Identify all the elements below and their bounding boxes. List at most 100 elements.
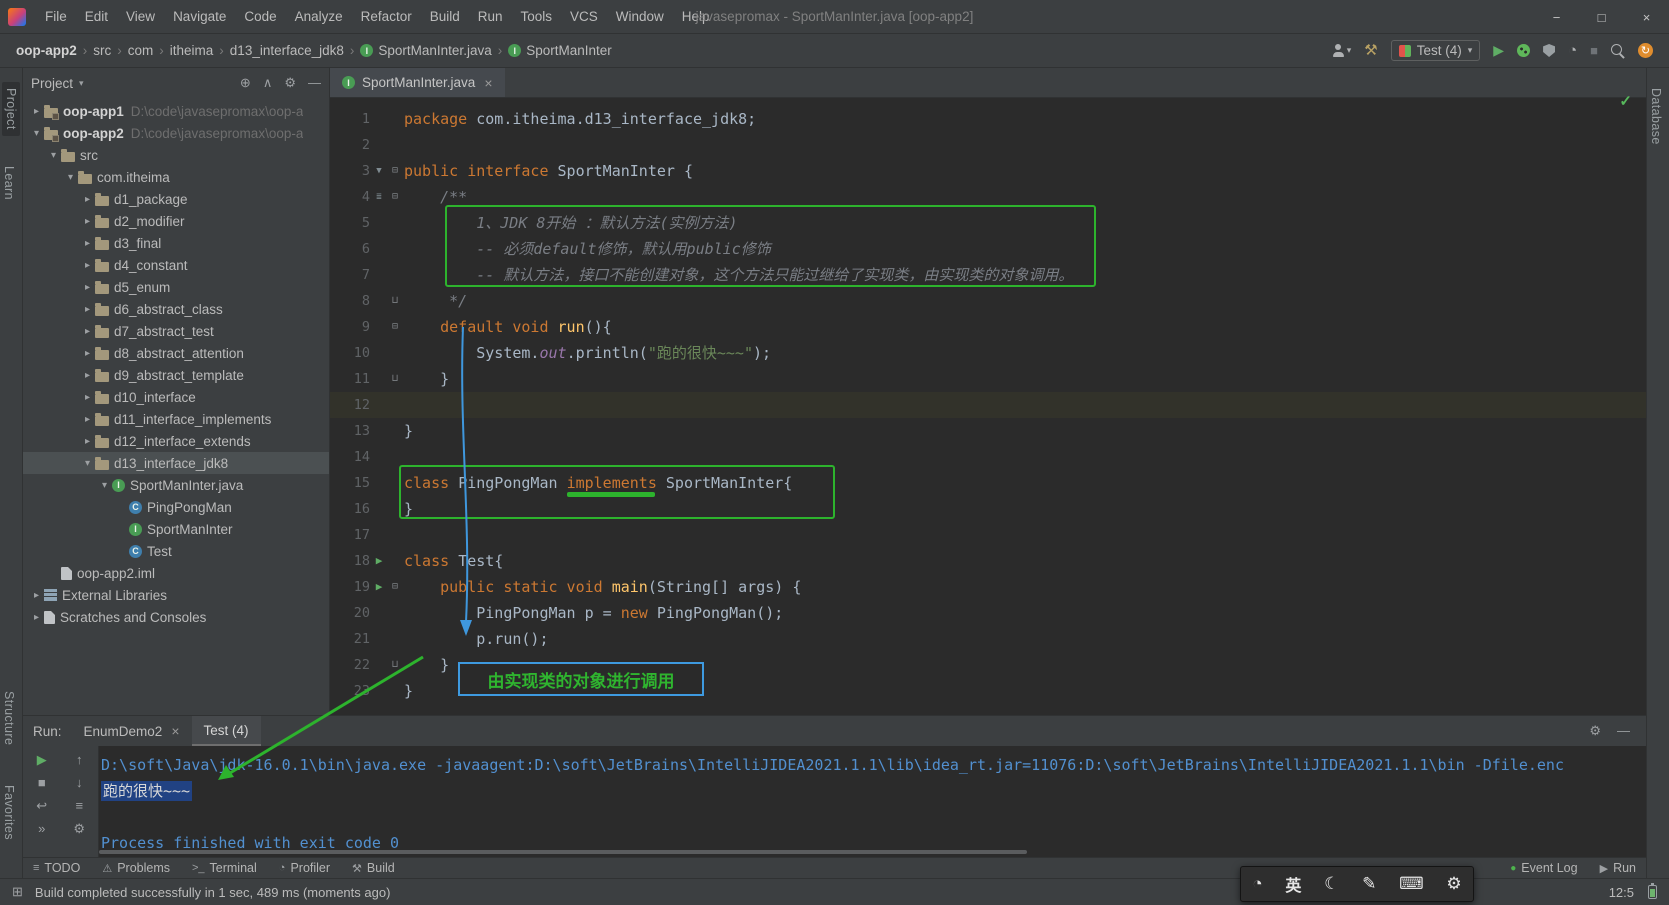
- close-button[interactable]: ×: [1624, 0, 1669, 34]
- menu-file[interactable]: File: [36, 0, 76, 34]
- tree-item-d5-enum[interactable]: ▸ d5_enum: [23, 276, 329, 298]
- breadcrumb-itheima[interactable]: itheima: [168, 43, 216, 58]
- tool-window-button-problems[interactable]: ⚠ Problems: [102, 861, 170, 875]
- chevron-right-icon[interactable]: ▸: [80, 348, 95, 359]
- fold-minus-icon[interactable]: ⊟: [388, 184, 402, 210]
- breadcrumb-d13-interface-jdk8[interactable]: d13_interface_jdk8: [228, 43, 346, 58]
- tool-window-button-profiler[interactable]: ◔ Profiler: [279, 861, 330, 875]
- fold-end-icon[interactable]: ⊔: [388, 652, 402, 678]
- editor-tab-sportmaninter[interactable]: I SportManInter.java ×: [330, 68, 505, 97]
- tree-item-scratches-and-consoles[interactable]: ▸ Scratches and Consoles: [23, 606, 329, 628]
- moon-icon[interactable]: ☾: [1324, 874, 1339, 894]
- tool-window-button-todo[interactable]: ≡ TODO: [33, 861, 80, 875]
- fold-end-icon[interactable]: ⊔: [388, 366, 402, 392]
- hide-panel-icon[interactable]: —: [1617, 723, 1630, 739]
- run-line-icon[interactable]: ▶: [370, 548, 388, 574]
- run-tab-enumdemo2[interactable]: EnumDemo2 ×: [72, 716, 192, 746]
- locate-file-icon[interactable]: ⊕: [240, 75, 251, 91]
- gear-icon[interactable]: ⚙: [1446, 874, 1461, 894]
- run-button[interactable]: ▶: [1493, 43, 1504, 58]
- ime-status-icon[interactable]: ◔: [1252, 874, 1262, 894]
- collapse-all-icon[interactable]: ∧: [263, 75, 273, 91]
- tree-item-test[interactable]: C Test: [23, 540, 329, 562]
- tree-item-d9-abstract-template[interactable]: ▸ d9_abstract_template: [23, 364, 329, 386]
- tree-item-oop-app2-iml[interactable]: oop-app2.iml: [23, 562, 329, 584]
- chevron-down-icon[interactable]: ▾: [29, 128, 44, 139]
- maximize-button[interactable]: □: [1579, 0, 1624, 34]
- run-tab-test-4[interactable]: Test (4): [191, 716, 261, 746]
- menu-vcs[interactable]: VCS: [561, 0, 607, 34]
- tree-item-com-itheima[interactable]: ▾ com.itheima: [23, 166, 329, 188]
- menu-refactor[interactable]: Refactor: [352, 0, 421, 34]
- console-horizontal-scrollbar[interactable]: [99, 850, 1027, 854]
- tree-item-oop-app2[interactable]: ▾ oop-app2 D:\code\javasepromax\oop-a: [23, 122, 329, 144]
- tool-button-learn[interactable]: Learn: [2, 166, 16, 200]
- chevron-down-icon[interactable]: ▾: [63, 172, 78, 183]
- nav-up-button[interactable]: ↑: [76, 752, 83, 767]
- fold-minus-icon[interactable]: ⊟: [388, 314, 402, 340]
- tree-item-d11-interface-implements[interactable]: ▸ d11_interface_implements: [23, 408, 329, 430]
- update-available-icon[interactable]: ↻: [1638, 43, 1653, 58]
- chevron-right-icon[interactable]: ▸: [29, 106, 44, 117]
- pen-icon[interactable]: ✎: [1362, 874, 1376, 894]
- tree-item-sportmaninter[interactable]: I SportManInter: [23, 518, 329, 540]
- breadcrumb-sportmaninter-java[interactable]: I SportManInter.java: [358, 43, 493, 58]
- close-icon[interactable]: ×: [484, 75, 492, 91]
- breadcrumb-sportmaninter[interactable]: I SportManInter: [506, 43, 614, 58]
- search-everywhere-icon[interactable]: [1611, 43, 1625, 58]
- hide-panel-icon[interactable]: —: [308, 75, 321, 91]
- settings-gear-icon[interactable]: ⚙: [1589, 723, 1601, 739]
- fold-minus-icon[interactable]: ⊟: [388, 574, 402, 600]
- chevron-down-icon[interactable]: ▾: [97, 480, 112, 491]
- chevron-right-icon[interactable]: ▸: [80, 326, 95, 337]
- tool-window-switcher-icon[interactable]: ⊞: [12, 884, 23, 900]
- chevron-right-icon[interactable]: ▸: [29, 590, 44, 601]
- menu-build[interactable]: Build: [421, 0, 469, 34]
- menu-run[interactable]: Run: [469, 0, 512, 34]
- profiler-button[interactable]: ◔: [1568, 43, 1577, 58]
- chevron-down-icon[interactable]: ▾: [79, 78, 84, 89]
- tree-item-d1-package[interactable]: ▸ d1_package: [23, 188, 329, 210]
- stop-button[interactable]: ■: [38, 775, 46, 790]
- chevron-right-icon[interactable]: ▸: [80, 370, 95, 381]
- project-panel-title[interactable]: Project: [31, 76, 73, 91]
- chevron-right-icon[interactable]: ▸: [80, 194, 95, 205]
- chevron-right-icon[interactable]: ▸: [80, 216, 95, 227]
- tool-window-button-terminal[interactable]: >_ Terminal: [192, 861, 257, 875]
- minimize-button[interactable]: −: [1534, 0, 1579, 34]
- code-editor[interactable]: 1 package com.itheima.d13_interface_jdk8;…: [330, 98, 1646, 715]
- tool-window-button-event-log[interactable]: ● Event Log: [1510, 861, 1577, 875]
- chevron-right-icon[interactable]: ▸: [80, 392, 95, 403]
- stop-button[interactable]: ■: [1590, 43, 1598, 58]
- close-icon[interactable]: ×: [171, 723, 179, 739]
- tree-item-sportmaninter-java[interactable]: ▾ I SportManInter.java: [23, 474, 329, 496]
- tree-item-pingpongman[interactable]: C PingPongMan: [23, 496, 329, 518]
- chevron-right-icon[interactable]: ▸: [80, 238, 95, 249]
- tree-item-d4-constant[interactable]: ▸ d4_constant: [23, 254, 329, 276]
- build-hammer-icon[interactable]: ⚒: [1364, 43, 1377, 58]
- breadcrumb-com[interactable]: com: [126, 43, 156, 58]
- coverage-button[interactable]: [1543, 44, 1556, 57]
- tree-item-d13-interface-jdk8[interactable]: ▾ d13_interface_jdk8: [23, 452, 329, 474]
- breadcrumb-oop-app2[interactable]: oop-app2: [14, 43, 79, 58]
- chevron-down-icon[interactable]: ▾: [46, 150, 61, 161]
- tool-button-favorites[interactable]: Favorites: [2, 785, 16, 840]
- caret-position[interactable]: 12:5: [1609, 885, 1634, 900]
- tree-item-d2-modifier[interactable]: ▸ d2_modifier: [23, 210, 329, 232]
- menu-edit[interactable]: Edit: [76, 0, 117, 34]
- fold-end-icon[interactable]: ⊔: [388, 288, 402, 314]
- tool-button-structure[interactable]: Structure: [2, 691, 16, 745]
- run-configuration-select[interactable]: Test (4) ▾: [1390, 40, 1481, 61]
- chevron-right-icon[interactable]: ▸: [80, 414, 95, 425]
- chevron-right-icon[interactable]: ▸: [80, 436, 95, 447]
- debug-button[interactable]: [1517, 44, 1531, 57]
- breadcrumb-src[interactable]: src: [91, 43, 113, 58]
- tree-item-d7-abstract-test[interactable]: ▸ d7_abstract_test: [23, 320, 329, 342]
- chevron-right-icon[interactable]: ▸: [80, 282, 95, 293]
- menu-tools[interactable]: Tools: [512, 0, 562, 34]
- tree-item-external-libraries[interactable]: ▸ External Libraries: [23, 584, 329, 606]
- rerun-button[interactable]: ▶: [37, 752, 47, 767]
- menu-code[interactable]: Code: [235, 0, 285, 34]
- tree-item-d6-abstract-class[interactable]: ▸ d6_abstract_class: [23, 298, 329, 320]
- implemented-marker-icon[interactable]: ▼: [370, 158, 388, 184]
